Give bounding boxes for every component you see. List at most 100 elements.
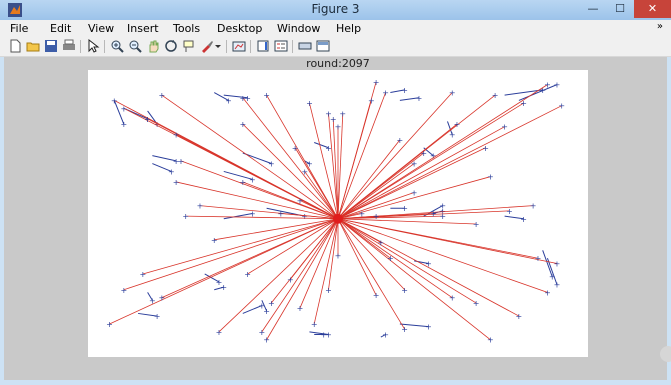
member-node: + (401, 86, 408, 95)
minimize-button[interactable]: — (580, 0, 606, 18)
cluster-head-node: + (173, 178, 180, 187)
zoom-in-icon[interactable] (110, 39, 124, 53)
insert-legend-icon[interactable] (274, 39, 288, 53)
cluster-head-node: + (401, 286, 408, 295)
member-node: + (120, 120, 127, 129)
plot-title: round:2097 (306, 57, 370, 70)
cluster-head-node: + (311, 320, 318, 329)
cluster-head-node: + (120, 286, 127, 295)
cluster-head-node: + (430, 210, 437, 219)
cluster-head-node: + (173, 131, 180, 140)
cluster-head-node: + (544, 81, 551, 90)
pointer-icon[interactable] (86, 39, 100, 53)
head-to-sink-link (337, 218, 520, 317)
cluster-head-node: + (159, 91, 166, 100)
pan-icon[interactable] (146, 39, 160, 53)
cluster-head-node: + (335, 123, 342, 132)
menu-tools[interactable]: Tools (173, 22, 200, 35)
cluster-head-node: + (411, 160, 418, 169)
plot-axes[interactable]: + + + + + + + + + + + + + + + + + + + + + + + + + + + + + + + + + + + + + + + +… (88, 70, 588, 357)
cluster-head-node: + (239, 178, 246, 187)
menu-overflow-icon[interactable]: » (657, 21, 663, 32)
cluster-head-node: + (239, 94, 246, 103)
toolbar-separator (226, 40, 227, 53)
cluster-head-node: + (454, 120, 461, 129)
cluster-head-node: + (535, 254, 542, 263)
scroll-peek-icon (660, 346, 671, 362)
close-button[interactable]: ✕ (634, 0, 671, 18)
member-node: + (416, 94, 423, 103)
menu-help[interactable]: Help (336, 22, 361, 35)
cluster-head-node: + (558, 102, 565, 111)
cluster-head-node: + (487, 336, 494, 345)
new-figure-icon[interactable] (8, 39, 22, 53)
member-node: + (263, 307, 270, 316)
head-to-sink-link (161, 94, 339, 220)
head-to-sink-link (304, 171, 339, 219)
member-node: + (249, 175, 256, 184)
cluster-head-node: + (330, 115, 337, 124)
cluster-head-node: + (178, 157, 185, 166)
menu-bar: File Edit View Insert Tools Desktop Wind… (0, 20, 671, 37)
cluster-head-node: + (449, 89, 456, 98)
head-to-sink-link (337, 218, 405, 330)
cluster-head-node: + (401, 325, 408, 334)
head-to-sink-link (337, 147, 486, 220)
member-node: + (225, 96, 232, 105)
head-to-sink-link (247, 218, 339, 275)
menu-file[interactable]: File (10, 22, 28, 35)
cluster-head-node: + (297, 304, 304, 313)
cluster-head-node: + (278, 210, 285, 219)
link-plot-icon[interactable] (232, 39, 246, 53)
member-node: + (382, 330, 389, 339)
brush-dropdown-icon[interactable] (214, 39, 222, 53)
cluster-head-node: + (263, 91, 270, 100)
zoom-out-icon[interactable] (128, 39, 142, 53)
cluster-head-node: + (420, 149, 427, 158)
maximize-button[interactable]: ☐ (607, 0, 633, 18)
cluster-head-node: + (325, 286, 332, 295)
member-node: + (520, 215, 527, 224)
show-plot-tools-icon[interactable] (316, 39, 330, 53)
cluster-head-node: + (544, 288, 551, 297)
menu-desktop[interactable]: Desktop (217, 22, 262, 35)
cluster-head-node: + (335, 252, 342, 261)
head-to-sink-link (337, 218, 405, 291)
member-node: + (320, 330, 327, 339)
print-icon[interactable] (62, 39, 76, 53)
menu-edit[interactable]: Edit (50, 22, 71, 35)
cluster-head-node: + (292, 144, 299, 153)
menu-window[interactable]: Window (277, 22, 320, 35)
head-to-sink-link (337, 139, 401, 220)
member-node: + (325, 144, 332, 153)
menu-insert[interactable]: Insert (127, 22, 159, 35)
menu-view[interactable]: View (88, 22, 114, 35)
cluster-head-node: + (501, 123, 508, 132)
cluster-head-node: + (263, 336, 270, 345)
head-to-sink-link (337, 105, 562, 220)
cluster-head-node: + (506, 207, 513, 216)
cluster-head-node: + (473, 220, 480, 229)
cluster-head-node: + (358, 210, 365, 219)
data-cursor-icon[interactable] (182, 39, 196, 53)
member-node: + (154, 312, 161, 321)
open-file-icon[interactable] (26, 39, 40, 53)
network-plot: + + + + + + + + + + + + + + + + + + + + + + + + + + + + + + + + + + + + + + + +… (106, 78, 565, 345)
hide-plot-tools-icon[interactable] (298, 39, 312, 53)
cluster-head-node: + (297, 196, 304, 205)
brush-icon[interactable] (200, 39, 214, 53)
insert-colorbar-icon[interactable] (256, 39, 270, 53)
cluster-head-node: + (111, 96, 118, 105)
cluster-head-node: + (216, 328, 223, 337)
cluster-head-node: + (182, 212, 189, 221)
cluster-head-node: + (397, 136, 404, 145)
member-node: + (401, 204, 408, 213)
head-to-sink-link (266, 218, 339, 340)
cluster-head-node: + (139, 270, 146, 279)
save-icon[interactable] (44, 39, 58, 53)
member-node: + (554, 81, 561, 90)
rotate-3d-icon[interactable] (164, 39, 178, 53)
cluster-head-node: + (339, 110, 346, 119)
window-title: Figure 3 (311, 2, 360, 16)
cluster-head-node: + (516, 312, 523, 321)
